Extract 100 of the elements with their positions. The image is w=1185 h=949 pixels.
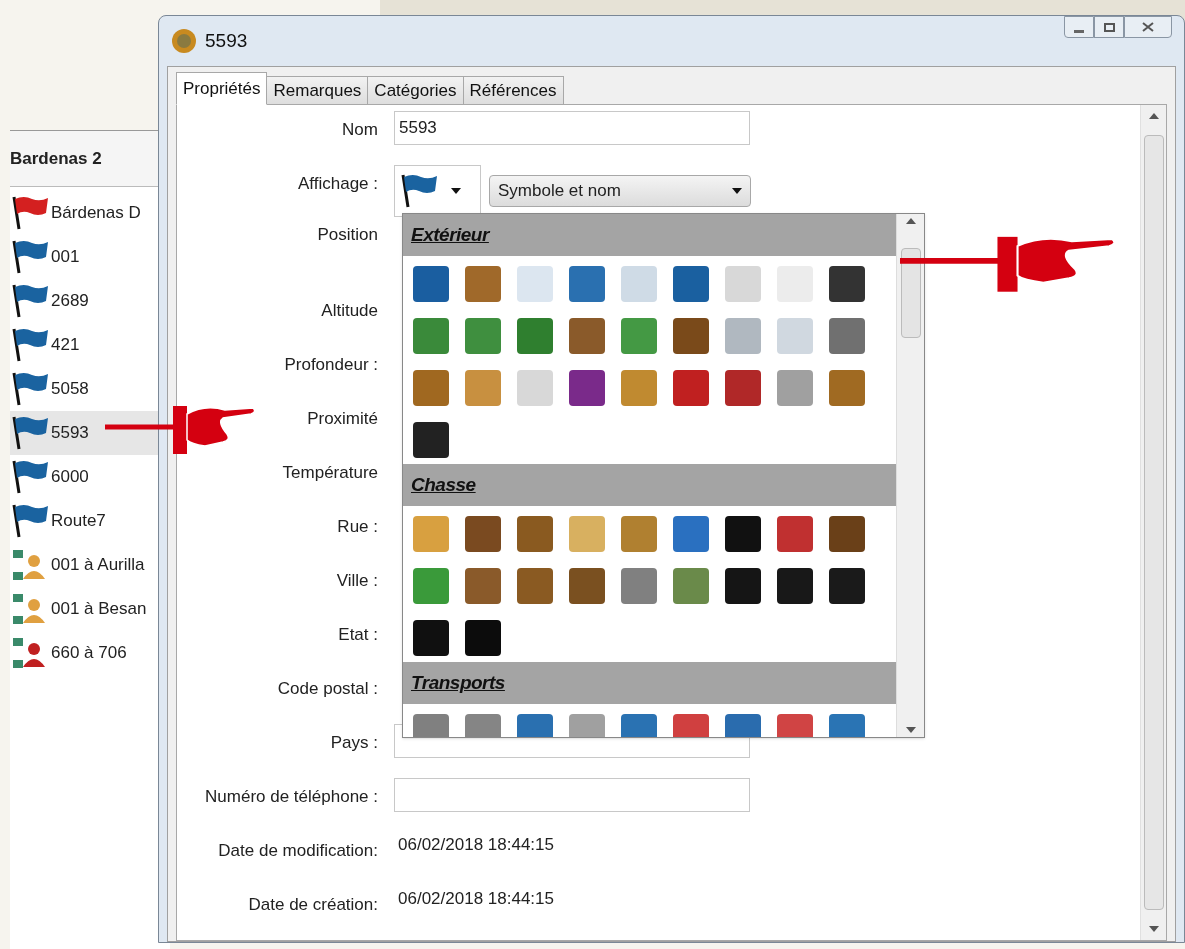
list-title: Bardenas 2 [10,147,102,170]
tab[interactable]: Remarques [266,76,369,105]
symbol-icon[interactable] [465,620,501,656]
symbol-icon[interactable] [517,568,553,604]
text-field[interactable] [394,778,750,812]
symbol-icon[interactable] [569,516,605,552]
symbol-icon[interactable] [465,568,501,604]
symbol-icon[interactable] [829,516,865,552]
symbol-icon[interactable] [413,370,449,406]
caret-icon [732,188,742,194]
symbol-icon[interactable] [621,266,657,302]
symbol-icon[interactable] [569,568,605,604]
flag-icon [10,371,50,407]
waypoint-item[interactable]: 6000 [10,455,170,499]
flag-icon [10,327,50,363]
symbol-icon[interactable] [465,370,501,406]
waypoint-item[interactable]: 2689 [10,279,170,323]
field-label: Profondeur : [284,354,378,376]
symbol-icon[interactable] [621,370,657,406]
symbol-icon[interactable] [413,318,449,354]
field-label: Pays : [330,732,378,754]
symbol-icon[interactable] [517,516,553,552]
symbol-icon[interactable] [829,568,865,604]
symbol-icon[interactable] [517,266,553,302]
symbol-icon[interactable] [569,370,605,406]
window-title: 5593 [205,28,248,53]
tab[interactable]: Catégories [367,76,464,105]
maximize-button[interactable] [1094,16,1124,38]
symbol-icon[interactable] [829,266,865,302]
symbol-icon[interactable] [621,516,657,552]
scroll-up-icon[interactable] [905,218,916,224]
scrollbar[interactable] [896,214,924,737]
symbol-icon[interactable] [777,318,813,354]
symbol-icon[interactable] [569,266,605,302]
waypoint-item[interactable]: 001 à Aurilla [10,543,170,587]
field-label: Affichage : [297,173,378,195]
symbol-icon[interactable] [777,568,813,604]
symbol-icon[interactable] [413,568,449,604]
symbol-icon[interactable] [673,568,709,604]
symbol-icon[interactable] [725,266,761,302]
scrollbar[interactable] [1140,105,1166,940]
symbol-icon[interactable] [829,370,865,406]
category-header: Transports [403,662,896,704]
scroll-thumb[interactable] [1143,135,1164,910]
minimize-icon [1074,30,1084,33]
waypoint-item[interactable]: Route7 [10,499,170,543]
flag-icon [10,415,50,451]
flag-icon [10,459,50,495]
symbol-icon[interactable] [569,318,605,354]
flag-icon [399,173,439,209]
symbol-icon[interactable] [673,516,709,552]
symbol-icon[interactable] [673,370,709,406]
symbol-icon[interactable] [673,318,709,354]
symbol-icon[interactable] [777,516,813,552]
waypoint-item[interactable]: 660 à 706 [10,631,170,675]
caret-icon [451,188,461,194]
waypoint-item[interactable]: Bárdenas D [10,191,170,235]
symbol-icon[interactable] [413,516,449,552]
field-label: Position [317,224,378,246]
symbol-dropdown[interactable] [394,165,481,217]
flag-icon [10,283,50,319]
symbol-icon[interactable] [621,318,657,354]
symbol-icon[interactable] [413,620,449,656]
symbol-icon[interactable] [777,370,813,406]
scroll-down-icon[interactable] [905,727,916,733]
symbol-icon[interactable] [829,318,865,354]
text-field[interactable]: 5593 [394,111,750,145]
symbol-icon[interactable] [725,318,761,354]
waypoint-item[interactable]: 001 à Besan [10,587,170,631]
category-header: Extérieur [403,214,896,256]
tab[interactable]: Propriétés [176,72,268,105]
waypoint-item[interactable]: 421 [10,323,170,367]
symbol-icon[interactable] [725,568,761,604]
tab[interactable]: Références [462,76,564,105]
symbol-icon[interactable] [465,516,501,552]
scroll-up-icon[interactable] [1148,113,1159,119]
field-label: Nom [342,119,378,141]
close-button[interactable] [1124,16,1172,38]
field-label: Rue : [337,516,378,538]
symbol-icon[interactable] [465,266,501,302]
symbol-icon[interactable] [725,370,761,406]
scroll-thumb[interactable] [900,248,921,338]
symbol-icon[interactable] [673,266,709,302]
symbol-icon[interactable] [517,318,553,354]
scroll-down-icon[interactable] [1148,926,1159,932]
symbol-icon[interactable] [621,568,657,604]
symbol-icon[interactable] [725,516,761,552]
field-label: Code postal : [277,678,378,700]
waypoint-item[interactable]: 001 [10,235,170,279]
minimize-button[interactable] [1064,16,1094,38]
symbol-icon[interactable] [413,422,449,458]
symbol-icon[interactable] [465,318,501,354]
field-label: Etat : [338,624,378,646]
display-mode-select[interactable]: Symbole et nom [489,175,751,207]
field-label: Numéro de téléphone : [205,786,378,808]
field-label: Température [282,462,378,484]
symbol-icon[interactable] [517,370,553,406]
waypoint-item[interactable]: 5058 [10,367,170,411]
flag-icon [10,503,50,539]
symbol-icon[interactable] [413,266,449,302]
